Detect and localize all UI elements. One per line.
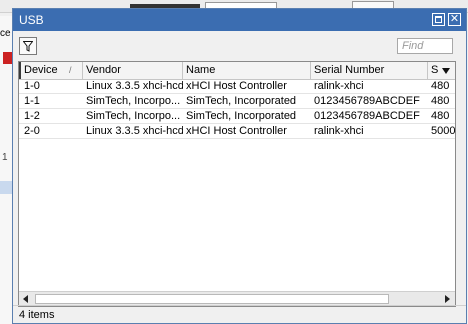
cell-name: xHCI Host Controller xyxy=(186,125,287,137)
cell-serial: ralink-xhci xyxy=(314,125,364,137)
status-bar: 4 items xyxy=(13,305,466,323)
horizontal-scrollbar[interactable] xyxy=(19,291,455,306)
cell-serial: 0123456789ABCDEF xyxy=(314,110,420,122)
column-header-serial-number[interactable]: Serial Number xyxy=(311,62,428,79)
usb-device-table: Device / Vendor Name Serial Number S 1-0… xyxy=(18,61,456,307)
item-count: 4 items xyxy=(19,309,55,321)
column-header-device[interactable]: Device / xyxy=(21,62,83,79)
table-row[interactable]: 1-1 SimTech, Incorpo... SimTech, Incorpora… xyxy=(19,94,455,109)
window-title: USB xyxy=(19,13,44,27)
cell-name: SimTech, Incorporated xyxy=(186,95,297,107)
filter-icon xyxy=(23,41,33,52)
scrollbar-thumb[interactable] xyxy=(35,294,389,304)
toolbar: Find xyxy=(13,31,466,59)
cell-name: SimTech, Incorporated xyxy=(186,110,297,122)
filter-button[interactable] xyxy=(19,37,37,55)
cell-serial: 0123456789ABCDEF xyxy=(314,95,420,107)
cell-vendor: SimTech, Incorpo... xyxy=(86,95,181,107)
table-row[interactable]: 1-2 SimTech, Incorpo... SimTech, Incorpora… xyxy=(19,109,455,124)
title-bar[interactable]: USB ✕ xyxy=(13,9,466,31)
cell-vendor: SimTech, Incorpo... xyxy=(86,110,181,122)
close-icon[interactable]: ✕ xyxy=(448,13,461,26)
table-row[interactable]: 2-0 Linux 3.3.5 xhci-hcd xHCI Host Control… xyxy=(19,124,455,139)
cell-speed: 5000 xyxy=(431,125,456,137)
column-header-name[interactable]: Name xyxy=(183,62,311,79)
background-row-text: 1 xyxy=(2,152,8,163)
cell-speed: 480 xyxy=(431,95,450,107)
cell-speed: 480 xyxy=(431,80,450,92)
cell-device: 1-0 xyxy=(24,80,40,92)
cell-vendor: Linux 3.3.5 xhci-hcd xyxy=(86,80,183,92)
usb-window: USB ✕ Find Device / Vendor Name Serial N… xyxy=(12,8,467,324)
cell-serial: ralink-xhci xyxy=(314,80,364,92)
cell-device: 1-1 xyxy=(24,95,40,107)
sort-ascending-icon: / xyxy=(69,65,72,75)
column-label: Device xyxy=(24,64,58,76)
background-label-text: ce xyxy=(0,28,11,39)
column-menu-icon[interactable] xyxy=(440,62,452,79)
table-row[interactable]: 1-0 Linux 3.3.5 xhci-hcd xHCI Host Control… xyxy=(19,79,455,94)
cell-device: 1-2 xyxy=(24,110,40,122)
find-input[interactable]: Find xyxy=(397,38,453,54)
cell-device: 2-0 xyxy=(24,125,40,137)
cell-vendor: Linux 3.3.5 xhci-hcd xyxy=(86,125,183,137)
cell-name: xHCI Host Controller xyxy=(186,80,287,92)
column-header-vendor[interactable]: Vendor xyxy=(83,62,183,79)
maximize-icon[interactable] xyxy=(432,13,445,26)
cell-speed: 480 xyxy=(431,110,450,122)
table-header: Device / Vendor Name Serial Number S xyxy=(19,62,455,80)
